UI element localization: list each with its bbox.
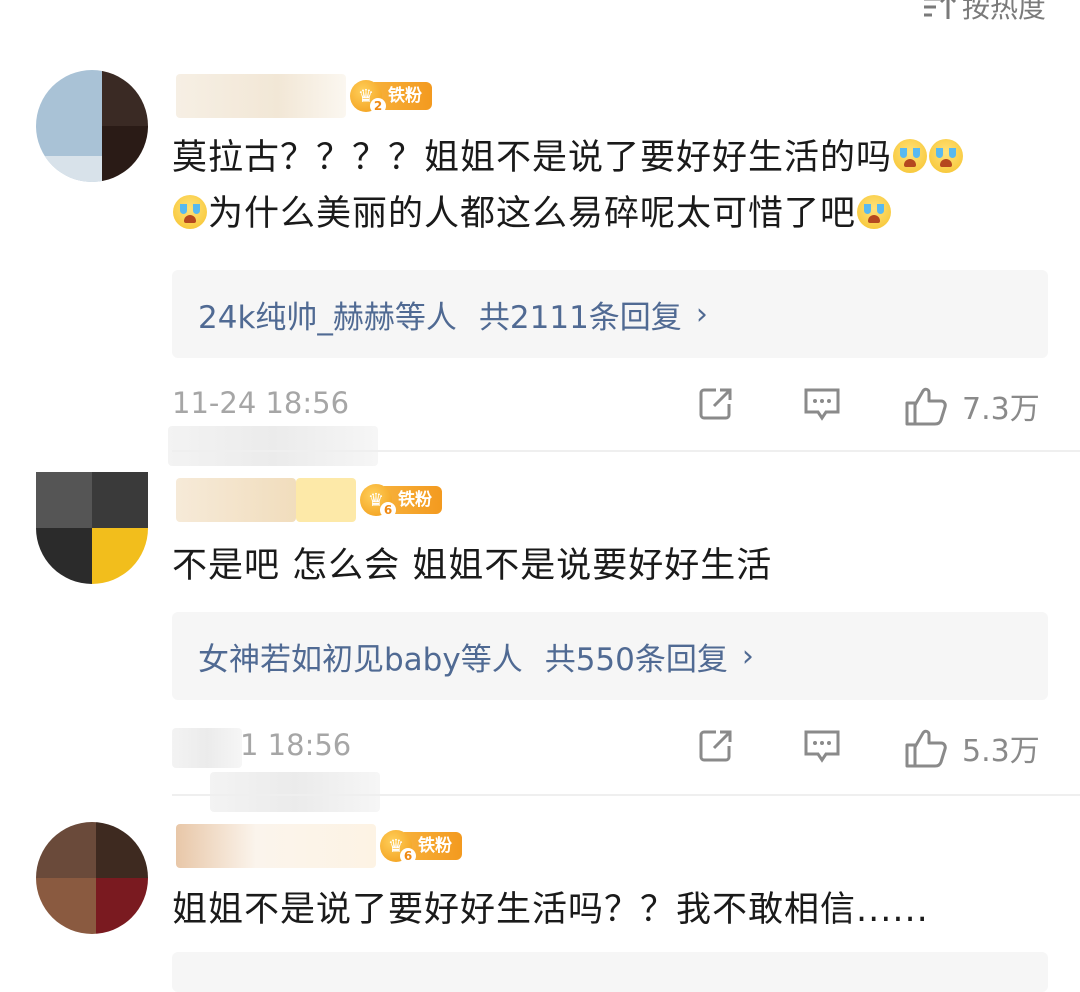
repost-button[interactable]	[696, 384, 736, 424]
cry-emoji	[893, 139, 928, 173]
replies-link[interactable]	[172, 952, 1048, 992]
comment-text: 不是吧 怎么会 姐姐不是说要好好生活	[172, 538, 1040, 594]
username-redacted[interactable]	[176, 824, 376, 868]
like-count: 7.3万	[962, 392, 1040, 427]
cry-emoji	[929, 139, 964, 173]
divider	[172, 450, 1080, 452]
comment-actions: 1 18:56 5.3万	[0, 720, 1080, 812]
username-row: ♛ 6 铁粉	[176, 478, 442, 522]
username-redacted[interactable]	[176, 478, 296, 522]
comment-timestamp: 1 18:56	[240, 728, 352, 762]
replies-link[interactable]: 24k纯帅_赫赫等人 共2111条回复 ›	[172, 270, 1048, 358]
comment-timestamp: 11-24 18:56	[172, 386, 350, 420]
like-count: 5.3万	[962, 734, 1040, 769]
chevron-right-icon: ›	[695, 296, 708, 332]
avatar[interactable]	[36, 822, 148, 934]
cry-emoji	[857, 195, 892, 229]
like-icon	[905, 729, 947, 768]
comment-icon	[804, 388, 840, 421]
chevron-right-icon: ›	[741, 638, 754, 674]
repost-button[interactable]	[696, 726, 736, 766]
comment-text-line: 不是吧 怎么会 姐姐不是说要好好生活	[172, 546, 773, 586]
divider	[172, 794, 1080, 796]
sort-label: 按热度	[961, 0, 1046, 24]
redaction-blur	[172, 728, 242, 768]
comment-text-line: 姐姐不是说了要好好生活吗？？我不敢相信......	[172, 890, 929, 930]
username-row: ♛ 2 铁粉	[176, 74, 432, 118]
like-button[interactable]: 5.3万	[904, 726, 1040, 770]
comment-button[interactable]	[802, 726, 842, 766]
comment-text: 莫拉古？？？？姐姐不是说了要好好生活的吗 为什么美丽的人都这么易碎呢太可惜了吧	[172, 130, 1040, 242]
comment-button[interactable]	[802, 384, 842, 424]
redaction-blur	[168, 426, 378, 466]
avatar[interactable]	[36, 472, 148, 584]
avatar[interactable]	[36, 70, 148, 182]
reply-count: 共2111条回复	[478, 299, 682, 336]
repost-icon	[699, 730, 732, 762]
username-row: ♛ 6 铁粉	[176, 824, 462, 868]
reply-count: 共550条回复	[544, 641, 728, 678]
crown-badge-icon: ♛ 6	[380, 830, 416, 864]
sort-by-heat-button[interactable]: 按热度	[922, 0, 1046, 24]
comment-text-line: 为什么美丽的人都这么易碎呢太可惜了吧	[208, 194, 857, 234]
like-button[interactable]: 7.3万	[904, 384, 1040, 428]
repost-icon	[699, 388, 732, 420]
username-redacted[interactable]	[176, 74, 346, 118]
fan-badge[interactable]: ♛ 6 铁粉	[380, 829, 462, 864]
cry-emoji	[173, 195, 207, 229]
fan-badge[interactable]: ♛ 2 铁粉	[350, 79, 432, 114]
username-redacted	[296, 478, 356, 522]
like-icon	[905, 387, 947, 426]
comment-actions: 11-24 18:56 7.3万	[0, 378, 1080, 466]
crown-badge-icon: ♛ 2	[350, 80, 386, 114]
sort-icon	[922, 0, 956, 21]
redaction-blur	[210, 772, 380, 812]
reply-users: 女神若如初见baby等人	[198, 641, 523, 678]
replies-link[interactable]: 女神若如初见baby等人 共550条回复 ›	[172, 612, 1048, 700]
fan-badge[interactable]: ♛ 6 铁粉	[360, 483, 442, 518]
comment-icon	[804, 730, 840, 763]
comment-text: 姐姐不是说了要好好生活吗？？我不敢相信......	[172, 882, 1040, 938]
reply-users: 24k纯帅_赫赫等人	[198, 299, 457, 336]
crown-badge-icon: ♛ 6	[360, 484, 396, 518]
comment-text-line: 莫拉古？？？？姐姐不是说了要好好生活的吗	[172, 138, 893, 178]
